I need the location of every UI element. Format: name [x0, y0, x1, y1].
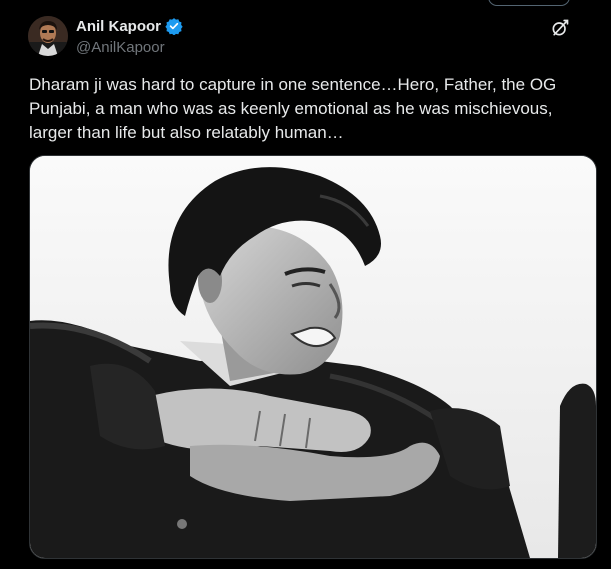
top-pill-button[interactable] — [488, 0, 570, 6]
tweet-photo[interactable] — [29, 155, 597, 559]
grok-icon — [552, 19, 569, 36]
photo-image — [30, 156, 596, 558]
grok-button[interactable] — [548, 16, 572, 40]
tweet-text: Dharam ji was hard to capture in one sen… — [29, 75, 557, 142]
avatar-image — [28, 16, 68, 56]
verified-badge-icon — [165, 17, 183, 36]
author-handle[interactable]: @AnilKapoor — [76, 39, 165, 56]
avatar[interactable] — [28, 16, 68, 56]
author-name[interactable]: Anil Kapoor — [76, 18, 161, 35]
author-name-row: Anil Kapoor — [76, 17, 183, 36]
